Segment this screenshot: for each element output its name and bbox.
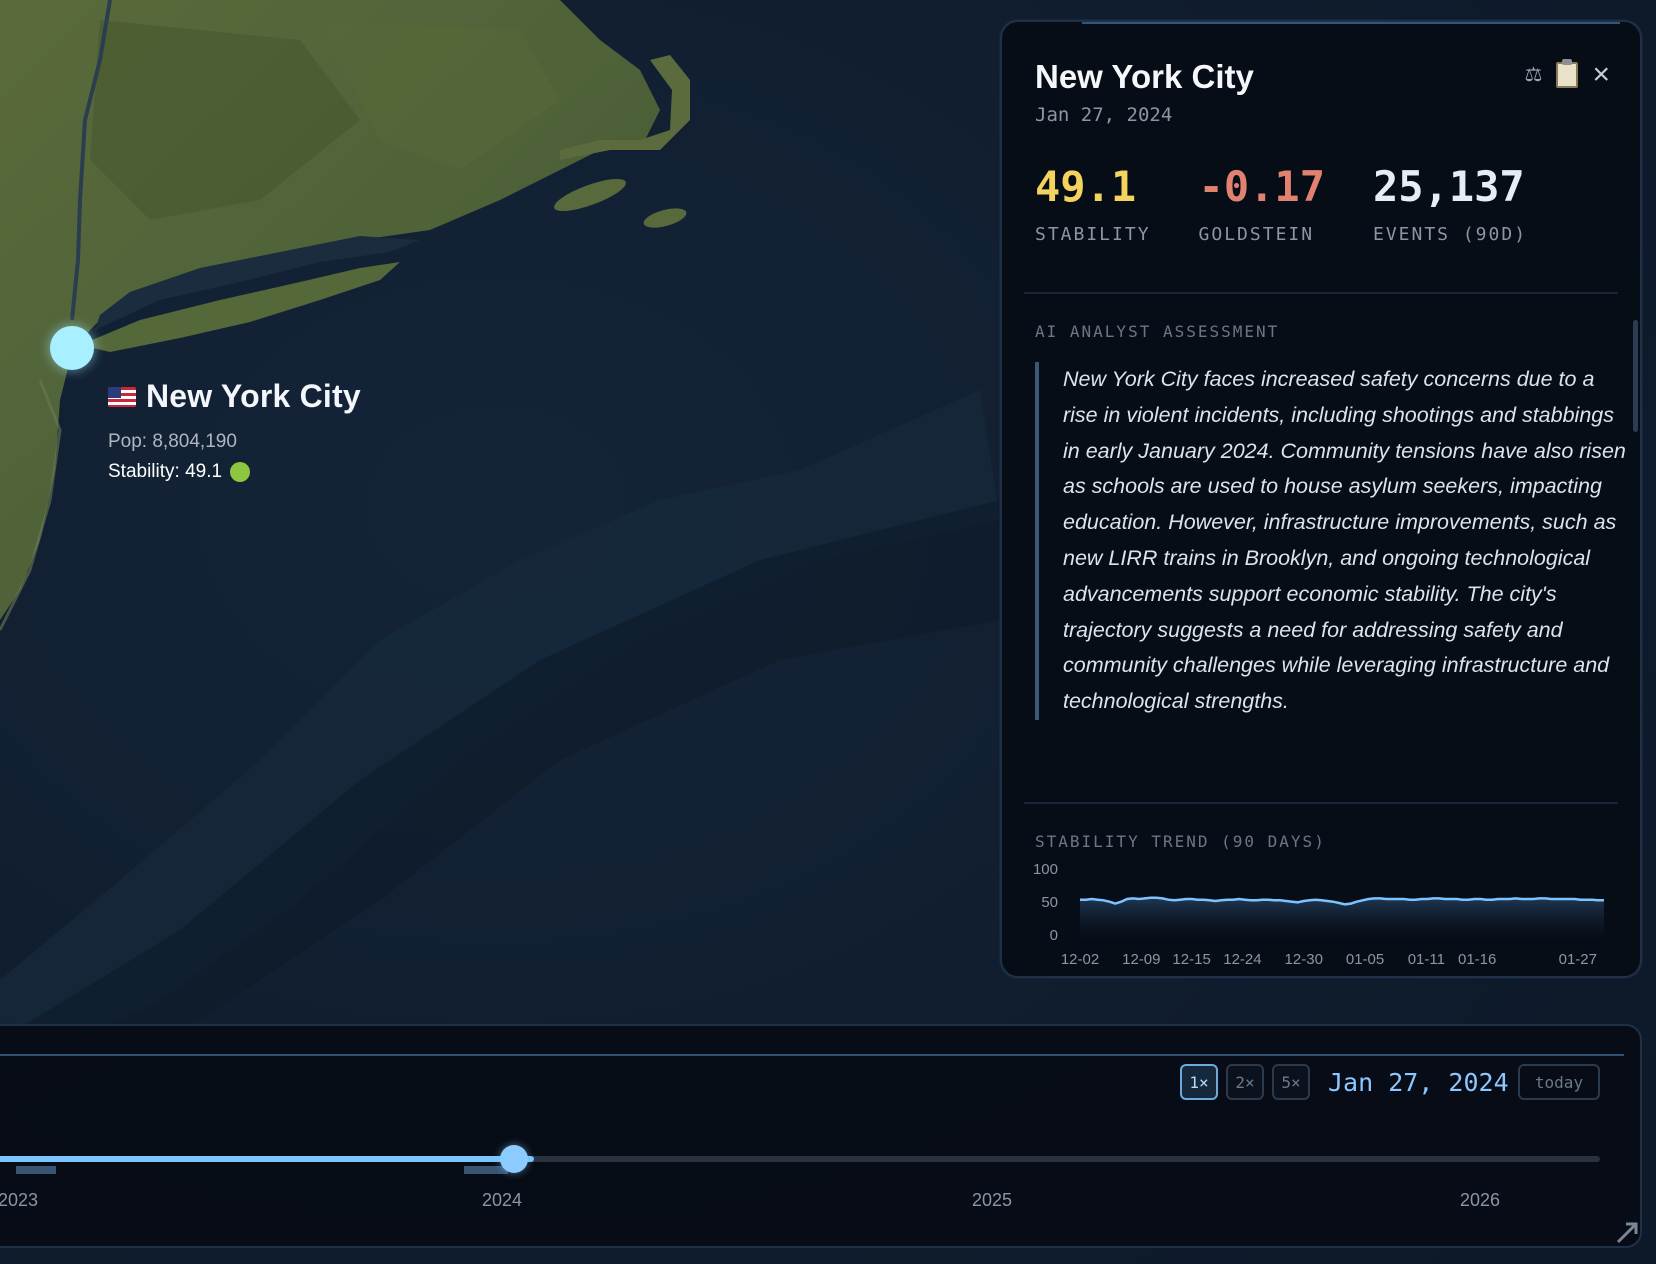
city-marker-new-york[interactable] (50, 326, 94, 370)
metric-label: GOLDSTEIN (1198, 224, 1315, 245)
timeline-top-accent (0, 1054, 1624, 1056)
map-city-label: New York City Pop: 8,804,190 Stability: … (108, 378, 361, 483)
x-tick-label: 01-05 (1346, 951, 1384, 968)
city-detail-panel: New York City Jan 27, 2024 ⚖ × 49.1 STAB… (1000, 20, 1642, 978)
metrics-row: 49.1 STABILITY -0.17 GOLDSTEIN 25,137 EV… (1035, 162, 1575, 245)
trend-heading: STABILITY TREND (90 DAYS) (1035, 832, 1326, 851)
metric-value: -0.17 (1198, 162, 1325, 211)
data-coverage-marker (464, 1166, 508, 1174)
map-city-name[interactable]: New York City (146, 378, 361, 415)
data-coverage-marker (16, 1166, 56, 1174)
metric-stability: 49.1 STABILITY (1035, 162, 1151, 245)
stability-trend-chart: 100 50 012-02 12-09 12-15 12-24 12-30 01-05 01-1… (1033, 861, 1604, 968)
y-tick-label: 50 (1041, 894, 1058, 911)
x-tick-label: 01-16 (1458, 951, 1496, 968)
speed-2x-button[interactable]: 2× (1226, 1064, 1264, 1100)
close-icon[interactable]: × (1592, 60, 1610, 90)
metric-label: STABILITY (1035, 224, 1151, 245)
x-tick-label: 12-15 (1172, 951, 1210, 968)
speed-1x-button[interactable]: 1× (1180, 1064, 1218, 1100)
today-label: today (1534, 1072, 1584, 1092)
clipboard-icon[interactable] (1556, 59, 1579, 88)
map-stability: Stability: 49.1 (108, 461, 361, 483)
timeline-bar: 1× 2× 5× Jan 27, 2024 today 2023 2024 20… (0, 1024, 1642, 1248)
x-tick-label: 12-09 (1122, 951, 1160, 968)
year-label: 2025 (972, 1190, 1013, 1210)
map-stability-text: Stability: 49.1 (108, 461, 223, 482)
expand-icon[interactable] (1608, 1214, 1640, 1246)
us-flag-icon (108, 386, 136, 407)
year-label: 2024 (482, 1190, 523, 1210)
metric-events: 25,137 EVENTS (90D) (1373, 162, 1527, 245)
y-tick-label: 100 (1033, 861, 1058, 878)
metric-value: 25,137 (1372, 162, 1525, 211)
panel-top-accent (1082, 22, 1620, 24)
panel-actions: ⚖ × (1525, 59, 1610, 90)
compare-icon[interactable]: ⚖ (1525, 62, 1543, 88)
timeline-progress (0, 1156, 534, 1162)
panel-date: Jan 27, 2024 (1035, 104, 1173, 126)
assessment-text: New York City faces increased safety con… (1035, 362, 1633, 720)
speed-label: 1× (1189, 1072, 1209, 1092)
divider (1024, 292, 1618, 294)
panel-scrollbar[interactable] (1633, 320, 1638, 432)
y-tick-label: 0 (1050, 927, 1058, 944)
x-tick-label: 12-24 (1223, 951, 1261, 968)
divider (1024, 802, 1618, 804)
x-tick-label: 12-30 (1285, 951, 1323, 968)
stability-status-dot (230, 462, 251, 482)
speed-5x-button[interactable]: 5× (1272, 1064, 1310, 1100)
metric-value: 49.1 (1035, 162, 1137, 211)
map-population: Pop: 8,804,190 (108, 431, 237, 452)
metric-label: EVENTS (90D) (1372, 224, 1528, 245)
x-tick-label: 01-27 (1559, 951, 1597, 968)
year-label: 2023 (0, 1190, 39, 1210)
metric-goldstein: -0.17 GOLDSTEIN (1199, 162, 1325, 245)
timeline-scrubber-handle[interactable] (500, 1145, 528, 1173)
assessment-heading: AI ANALYST ASSESSMENT (1035, 322, 1280, 341)
today-button[interactable]: today (1518, 1064, 1600, 1100)
speed-label: 5× (1281, 1072, 1301, 1092)
x-tick-label: 12-02 (1061, 951, 1099, 968)
x-tick-label: 01-11 (1408, 951, 1445, 968)
panel-title: New York City (1035, 58, 1254, 95)
timeline-current-date: Jan 27, 2024 (1328, 1068, 1509, 1097)
speed-label: 2× (1235, 1072, 1255, 1092)
year-label: 2026 (1460, 1190, 1501, 1210)
